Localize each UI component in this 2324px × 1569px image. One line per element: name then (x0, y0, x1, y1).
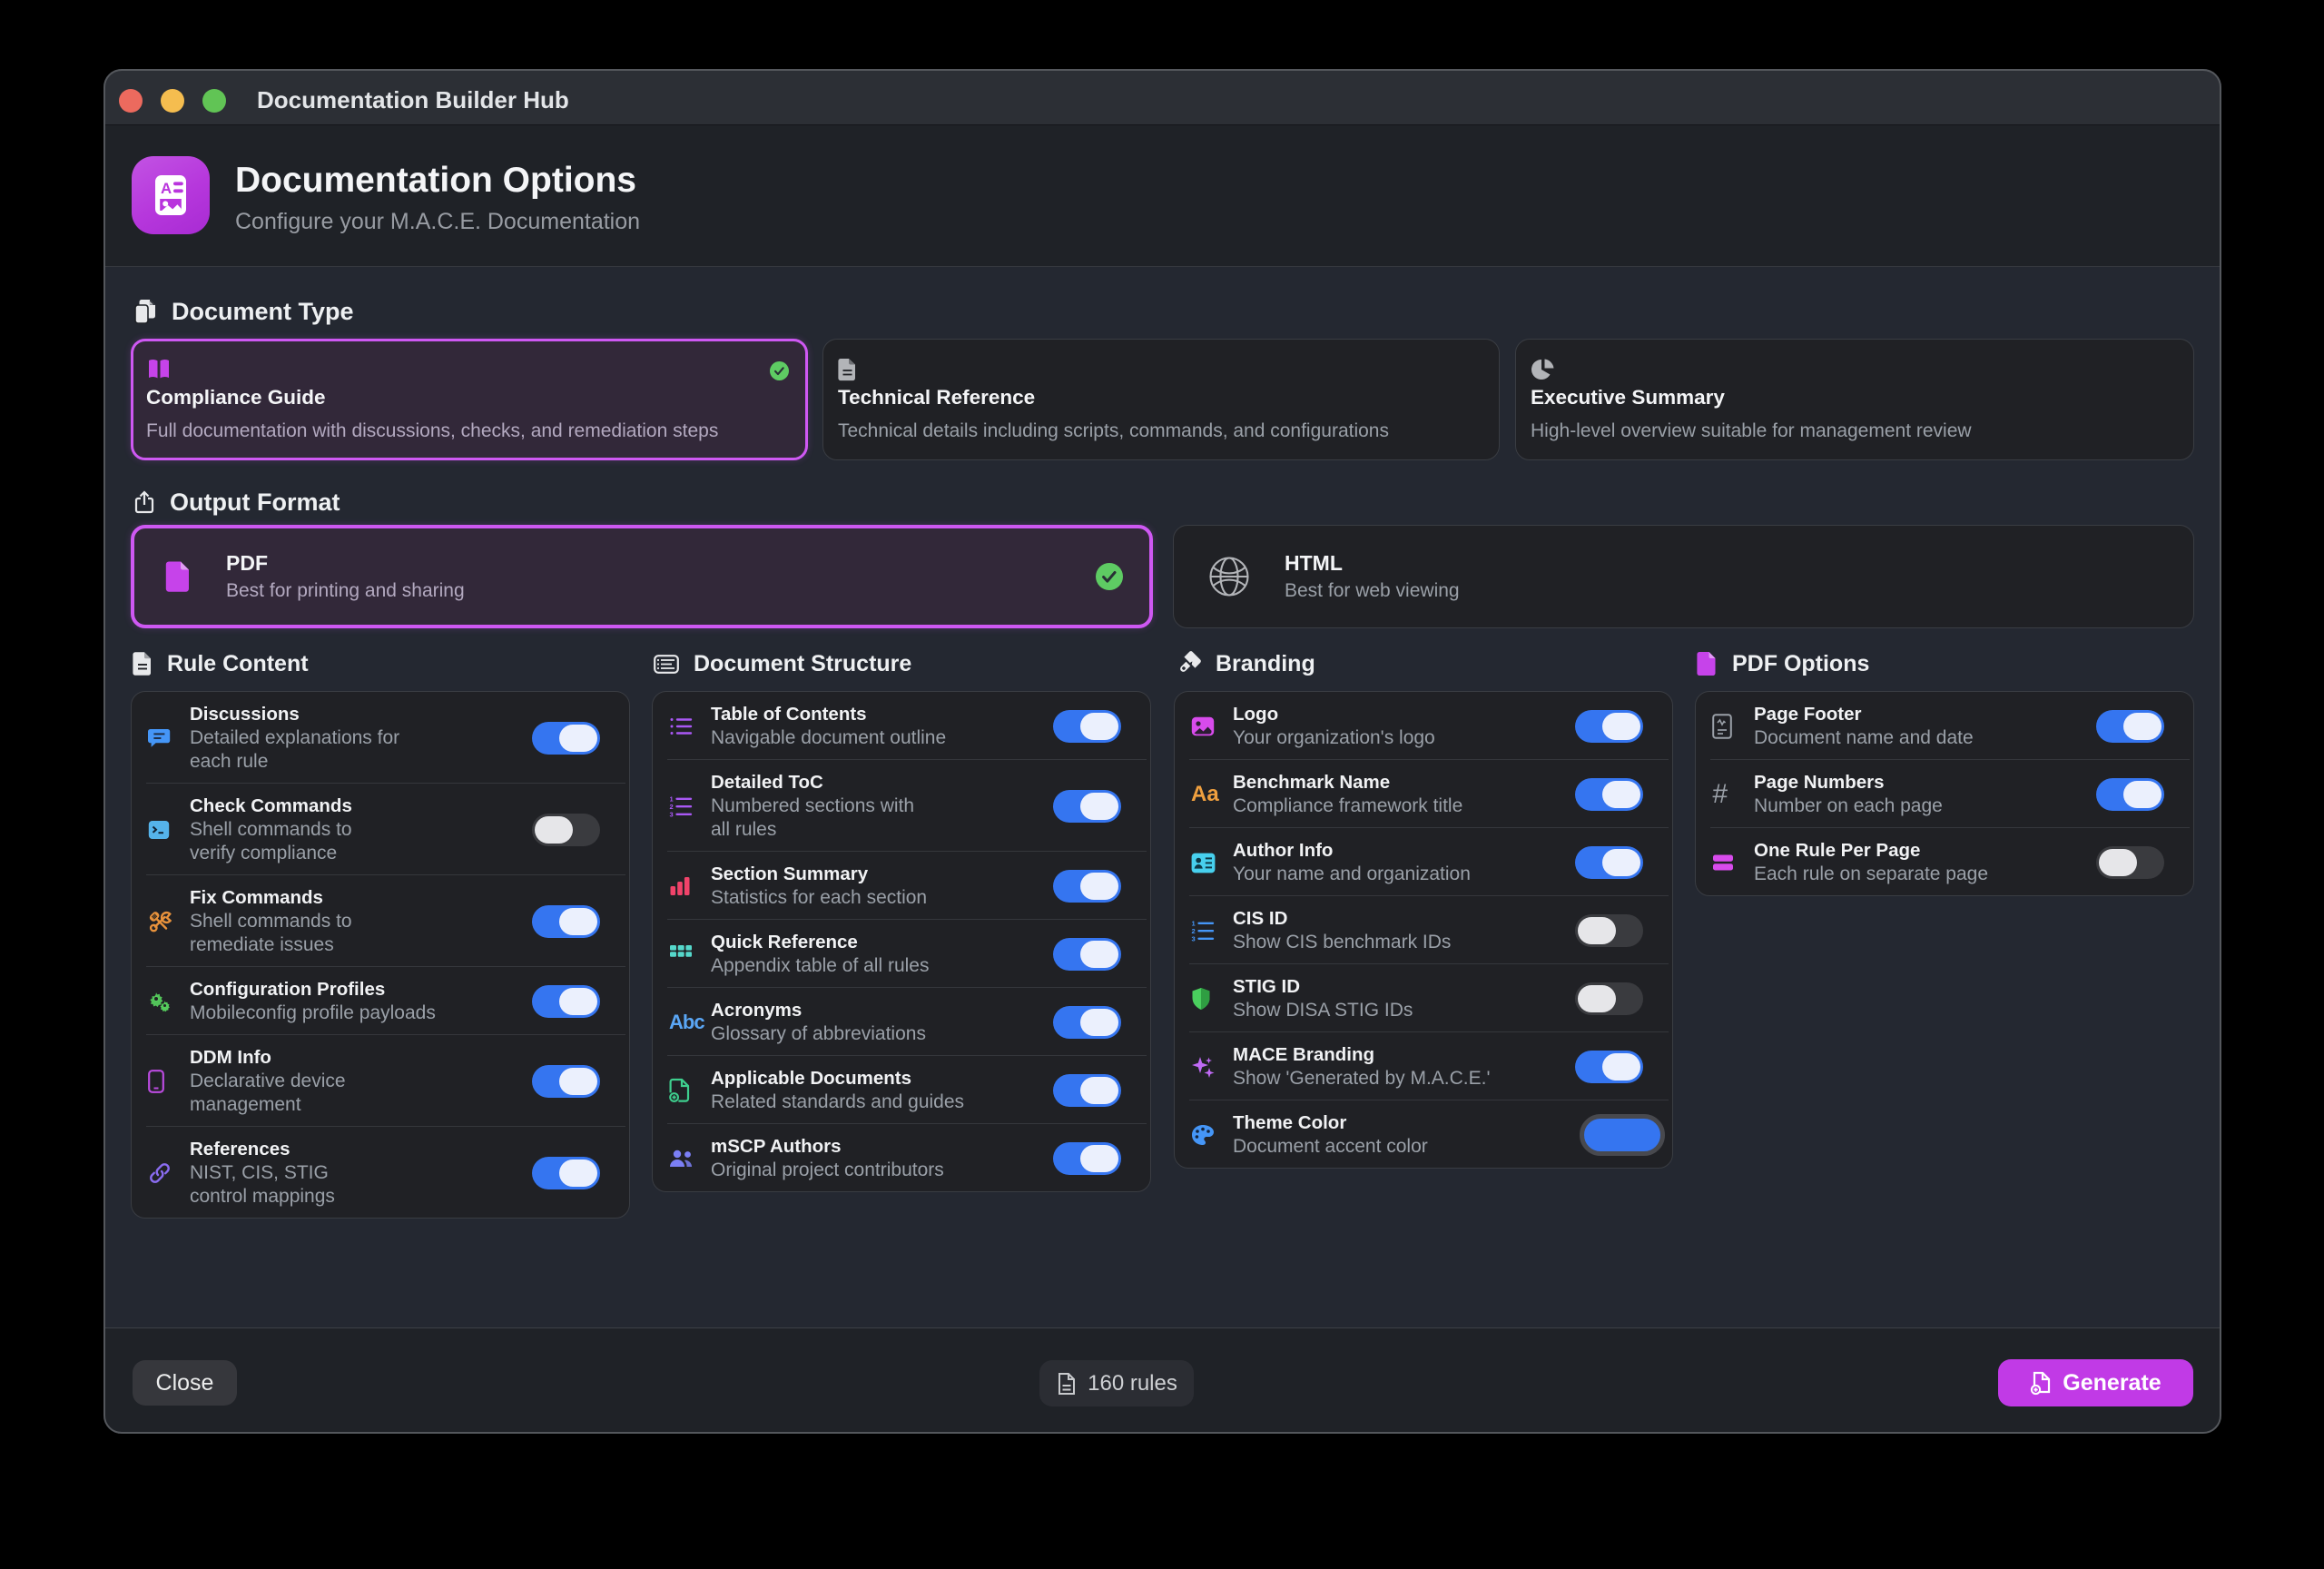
svg-text:A: A (161, 180, 172, 197)
svg-text:3: 3 (670, 811, 674, 819)
svg-text:3: 3 (1192, 935, 1196, 943)
